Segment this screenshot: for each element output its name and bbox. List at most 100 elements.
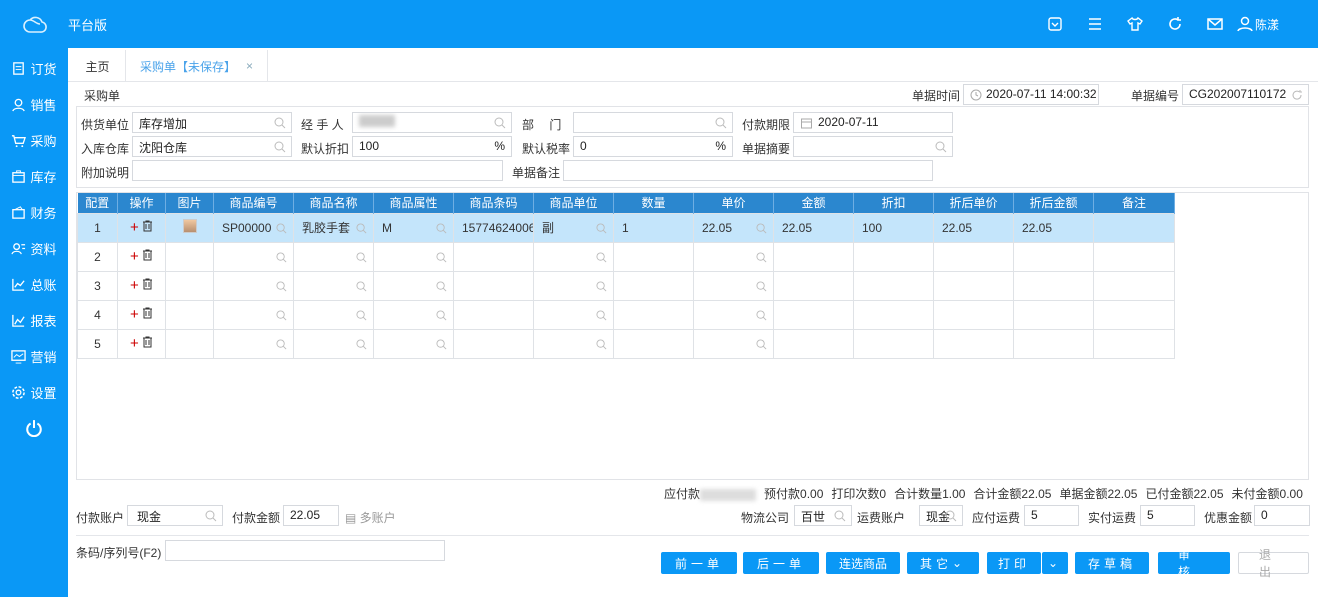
tax-field[interactable]: 0%: [573, 136, 733, 157]
summary-field[interactable]: [793, 136, 953, 157]
add-row-icon[interactable]: +: [130, 306, 139, 323]
prev-button[interactable]: 前一单: [661, 552, 737, 574]
cell-name[interactable]: [293, 328, 374, 359]
search-icon[interactable]: [436, 251, 447, 263]
cell-unit[interactable]: [533, 241, 614, 272]
cell-attr[interactable]: [373, 328, 454, 359]
cell-dprice[interactable]: [933, 328, 1014, 359]
cell-unit[interactable]: [533, 270, 614, 301]
note-field[interactable]: [132, 160, 503, 181]
cell-name[interactable]: [293, 241, 374, 272]
search-icon[interactable]: [756, 251, 767, 263]
cell-attr[interactable]: [373, 241, 454, 272]
search-icon[interactable]: [274, 117, 286, 129]
cell-dprice[interactable]: [933, 299, 1014, 330]
search-icon[interactable]: [756, 222, 767, 234]
cell-remark[interactable]: [1093, 270, 1175, 301]
cell-remark[interactable]: [1093, 241, 1175, 272]
handler-field[interactable]: [352, 112, 512, 133]
cell-attr[interactable]: [373, 270, 454, 301]
cell-attr[interactable]: M: [373, 212, 454, 243]
discount-amount-field[interactable]: 0: [1254, 505, 1310, 526]
cell-damount[interactable]: [1013, 270, 1094, 301]
user-name[interactable]: 陈漾: [1255, 16, 1279, 33]
audit-button[interactable]: 审核: [1158, 548, 1230, 579]
search-icon[interactable]: [756, 280, 767, 292]
dropdown-box-icon[interactable]: [1046, 15, 1064, 33]
cell-qty[interactable]: [613, 328, 694, 359]
cell-barcode[interactable]: [453, 241, 534, 272]
table-row[interactable]: 3 +: [77, 270, 1175, 301]
cell-barcode[interactable]: [453, 328, 534, 359]
search-icon[interactable]: [276, 251, 287, 263]
search-icon[interactable]: [274, 141, 286, 153]
power-button[interactable]: [0, 410, 68, 446]
cell-attr[interactable]: [373, 299, 454, 330]
save-draft-button[interactable]: 存草稿: [1075, 552, 1149, 574]
table-row[interactable]: 1 + SP00000 乳胶手套 M 15774624006 副 1 22.05 22.05 10…: [77, 212, 1175, 243]
cell-code[interactable]: [213, 299, 294, 330]
cell-qty[interactable]: [613, 241, 694, 272]
doc-time-field[interactable]: 2020-07-11 14:00:32: [963, 84, 1099, 105]
freight-paid-field[interactable]: 5: [1140, 505, 1195, 526]
product-thumbnail[interactable]: [182, 219, 197, 233]
exit-button[interactable]: 退出: [1238, 548, 1309, 579]
cell-code[interactable]: [213, 328, 294, 359]
tab-purchase-order[interactable]: 采购单【未保存】 ×: [126, 50, 268, 82]
cell-code[interactable]: [213, 241, 294, 272]
sidebar-item-7[interactable]: 报表: [0, 302, 68, 338]
cell-dprice[interactable]: 22.05: [933, 212, 1014, 243]
cell-name[interactable]: [293, 270, 374, 301]
freight-due-field[interactable]: 5: [1024, 505, 1079, 526]
search-icon[interactable]: [945, 510, 957, 522]
sidebar-item-3[interactable]: 库存: [0, 158, 68, 194]
shirt-icon[interactable]: [1126, 15, 1144, 33]
sidebar-item-2[interactable]: 采购: [0, 122, 68, 158]
sidebar-item-4[interactable]: 财务: [0, 194, 68, 230]
search-icon[interactable]: [715, 117, 727, 129]
supplier-field[interactable]: 库存增加: [132, 112, 292, 133]
cell-damount[interactable]: [1013, 241, 1094, 272]
search-icon[interactable]: [276, 222, 287, 234]
tab-home[interactable]: 主页: [70, 50, 126, 82]
cell-remark[interactable]: [1093, 328, 1175, 359]
mail-icon[interactable]: [1206, 15, 1224, 33]
search-icon[interactable]: [596, 280, 607, 292]
search-icon[interactable]: [596, 251, 607, 263]
cell-barcode[interactable]: [453, 270, 534, 301]
add-row-icon[interactable]: +: [130, 248, 139, 265]
search-icon[interactable]: [356, 251, 367, 263]
cell-disc[interactable]: [853, 299, 934, 330]
add-row-icon[interactable]: +: [130, 219, 139, 236]
sidebar-item-6[interactable]: 总账: [0, 266, 68, 302]
search-icon[interactable]: [596, 338, 607, 350]
sidebar-item-9[interactable]: 设置: [0, 374, 68, 410]
add-row-icon[interactable]: +: [130, 335, 139, 352]
sidebar-item-5[interactable]: 资料: [0, 230, 68, 266]
cell-disc[interactable]: [853, 270, 934, 301]
search-icon[interactable]: [436, 280, 447, 292]
warehouse-field[interactable]: 沈阳仓库: [132, 136, 292, 157]
search-icon[interactable]: [436, 222, 447, 234]
cell-unit[interactable]: 副: [533, 212, 614, 243]
cell-name[interactable]: 乳胶手套: [293, 212, 374, 243]
pay-account-field[interactable]: 现金: [127, 505, 223, 526]
cell-disc[interactable]: [853, 241, 934, 272]
search-icon[interactable]: [205, 510, 217, 522]
cell-dprice[interactable]: [933, 241, 1014, 272]
cell-price[interactable]: [693, 299, 774, 330]
add-row-icon[interactable]: +: [130, 277, 139, 294]
sidebar-item-0[interactable]: 订货: [0, 50, 68, 86]
sidebar-item-1[interactable]: 销售: [0, 86, 68, 122]
search-icon[interactable]: [356, 309, 367, 321]
trash-icon[interactable]: [142, 336, 153, 348]
search-icon[interactable]: [356, 338, 367, 350]
cell-amount[interactable]: [773, 241, 854, 272]
trash-icon[interactable]: [142, 278, 153, 290]
other-button[interactable]: 其它 ⌄: [907, 552, 979, 574]
cell-unit[interactable]: [533, 299, 614, 330]
cell-code[interactable]: [213, 270, 294, 301]
cell-unit[interactable]: [533, 328, 614, 359]
refresh-icon[interactable]: [1291, 89, 1303, 101]
cell-price[interactable]: [693, 270, 774, 301]
